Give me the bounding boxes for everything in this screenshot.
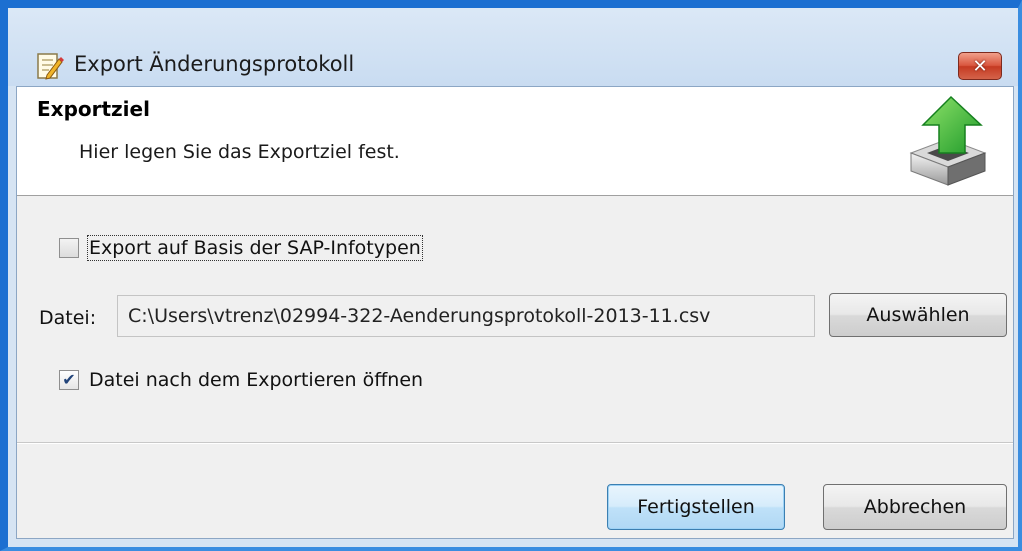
open-after-export-label[interactable]: Datei nach dem Exportieren öffnen [89, 369, 423, 391]
export-arrow-icon [909, 95, 987, 186]
dialog-body: Exportziel Hier legen Sie das Exportziel… [16, 86, 1014, 539]
title-bar[interactable]: Export Änderungsprotokoll ✕ [8, 8, 1018, 86]
sap-infotypes-row[interactable]: Export auf Basis der SAP-Infotypen [59, 235, 423, 261]
file-path-field[interactable]: C:\Users\vtrenz\02994-322-Aenderungsprot… [117, 295, 815, 337]
page-description: Hier legen Sie das Exportziel fest. [79, 141, 400, 163]
checkmark-icon: ✔ [62, 370, 76, 389]
window-title: Export Änderungsprotokoll [74, 52, 355, 76]
wizard-header: Exportziel Hier legen Sie das Exportziel… [17, 87, 1013, 196]
document-edit-icon [37, 53, 64, 80]
open-after-export-checkbox[interactable]: ✔ [59, 370, 79, 390]
open-after-export-row[interactable]: ✔ Datei nach dem Exportieren öffnen [59, 369, 423, 391]
browse-button[interactable]: Auswählen [829, 293, 1007, 337]
file-label: Datei: [39, 307, 97, 329]
close-icon: ✕ [972, 55, 988, 77]
close-button[interactable]: ✕ [958, 52, 1002, 80]
footer-divider [17, 442, 1013, 444]
sap-infotypes-label[interactable]: Export auf Basis der SAP-Infotypen [87, 235, 423, 261]
sap-infotypes-checkbox[interactable] [59, 238, 79, 258]
cancel-button[interactable]: Abbrechen [823, 484, 1007, 530]
export-dialog-window: Export Änderungsprotokoll ✕ Exportziel H… [0, 0, 1022, 551]
page-title: Exportziel [37, 97, 150, 121]
finish-button[interactable]: Fertigstellen [607, 484, 785, 530]
